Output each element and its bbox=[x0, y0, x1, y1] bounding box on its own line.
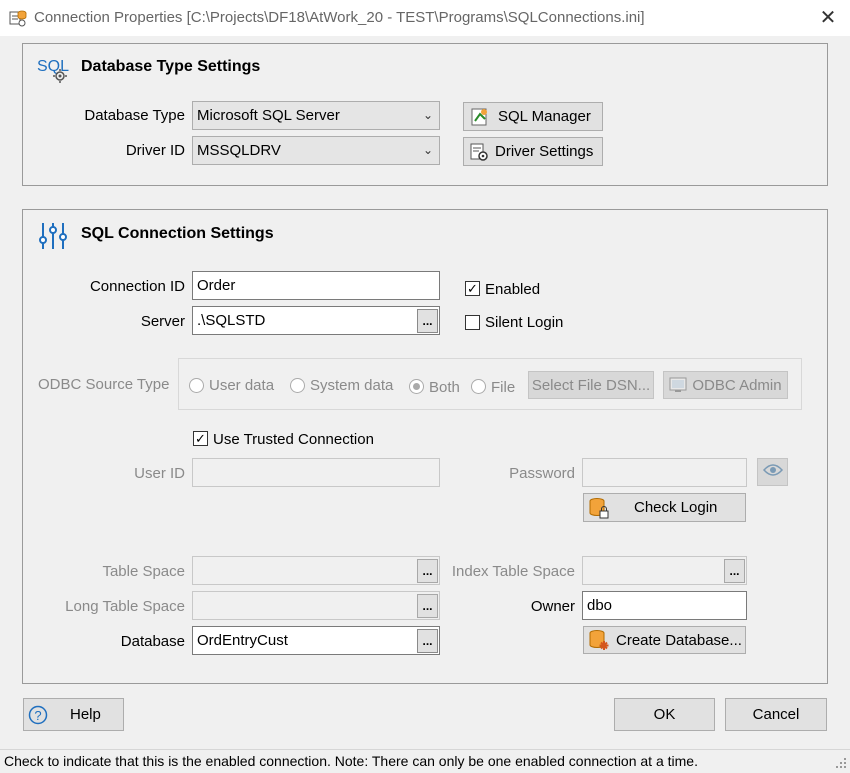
title-bar: Connection Properties [C:\Projects\DF18\… bbox=[0, 0, 850, 36]
odbc-file-label: File bbox=[491, 379, 516, 396]
trusted-connection-label: Use Trusted Connection bbox=[213, 431, 374, 448]
driver-id-label: Driver ID bbox=[125, 142, 185, 159]
table-space-browse-button[interactable]: ... bbox=[417, 559, 438, 583]
server-label: Server bbox=[140, 313, 185, 330]
sql-connection-group: SQL Connection Settings Connection ID Or… bbox=[22, 209, 828, 684]
driver-id-select[interactable]: MSSQLDRV ⌄ bbox=[192, 136, 440, 165]
svg-text:?: ? bbox=[34, 708, 41, 723]
database-type-label: Database Type bbox=[84, 107, 185, 124]
enabled-label: Enabled bbox=[485, 281, 541, 298]
trusted-connection-checkbox[interactable]: ✓ bbox=[193, 431, 208, 446]
index-table-space-browse-button[interactable]: ... bbox=[724, 559, 745, 583]
server-input[interactable]: .\SQLSTD bbox=[192, 306, 440, 335]
enabled-checkbox[interactable]: ✓ bbox=[465, 281, 480, 296]
database-create-icon bbox=[588, 629, 610, 651]
index-table-space-input[interactable] bbox=[582, 556, 747, 585]
sql-icon: SQL bbox=[36, 54, 70, 84]
help-label: Help bbox=[70, 706, 101, 723]
connection-id-label: Connection ID bbox=[89, 278, 185, 295]
index-table-space-label: Index Table Space bbox=[451, 563, 575, 580]
driver-id-value: MSSQLDRV bbox=[197, 142, 281, 159]
odbc-both-radio[interactable] bbox=[409, 379, 424, 394]
cancel-button[interactable]: Cancel bbox=[725, 698, 827, 731]
database-lock-icon bbox=[588, 497, 610, 519]
server-browse-button[interactable]: ... bbox=[417, 309, 438, 333]
long-table-space-input[interactable] bbox=[192, 591, 440, 620]
ok-button[interactable]: OK bbox=[614, 698, 715, 731]
odbc-system-data-label: System data bbox=[310, 377, 394, 394]
ok-label: OK bbox=[653, 706, 676, 723]
status-text: Check to indicate that this is the enabl… bbox=[4, 753, 698, 769]
user-id-input[interactable] bbox=[192, 458, 440, 487]
create-database-button[interactable]: Create Database... bbox=[583, 626, 746, 654]
database-type-value: Microsoft SQL Server bbox=[197, 107, 340, 124]
odbc-file-radio[interactable] bbox=[471, 379, 486, 394]
database-label: Database bbox=[120, 633, 185, 650]
connection-id-input[interactable]: Order bbox=[192, 271, 440, 300]
status-bar: Check to indicate that this is the enabl… bbox=[0, 749, 850, 771]
close-icon[interactable]: ✕ bbox=[817, 7, 839, 29]
odbc-user-data-label: User data bbox=[209, 377, 275, 394]
password-input[interactable] bbox=[582, 458, 747, 487]
odbc-admin-label: ODBC Admin bbox=[692, 376, 782, 394]
long-table-space-label: Long Table Space bbox=[65, 598, 185, 615]
odbc-system-data-radio[interactable] bbox=[290, 378, 305, 393]
resize-grip-icon[interactable] bbox=[835, 756, 847, 768]
chevron-down-icon: ⌄ bbox=[422, 143, 433, 157]
password-label: Password bbox=[509, 465, 575, 482]
create-database-label: Create Database... bbox=[616, 631, 742, 649]
app-icon bbox=[9, 9, 27, 27]
check-login-button[interactable]: Check Login bbox=[583, 493, 746, 522]
odbc-source-type-label: ODBC Source Type bbox=[38, 376, 170, 393]
show-password-button[interactable] bbox=[757, 458, 788, 486]
sliders-icon bbox=[38, 221, 68, 251]
table-space-input[interactable] bbox=[192, 556, 440, 585]
odbc-admin-button[interactable]: ODBC Admin bbox=[663, 371, 788, 399]
database-value: OrdEntryCust bbox=[197, 632, 288, 649]
chevron-down-icon: ⌄ bbox=[422, 108, 433, 122]
table-space-label: Table Space bbox=[102, 563, 185, 580]
driver-settings-label: Driver Settings bbox=[495, 143, 594, 160]
odbc-user-data-radio[interactable] bbox=[189, 378, 204, 393]
sql-connection-title: SQL Connection Settings bbox=[81, 225, 274, 242]
check-login-label: Check Login bbox=[634, 499, 718, 516]
driver-settings-button[interactable]: Driver Settings bbox=[463, 137, 603, 166]
long-table-space-browse-button[interactable]: ... bbox=[417, 594, 438, 618]
help-icon: ? bbox=[28, 705, 48, 725]
owner-input[interactable]: dbo bbox=[582, 591, 747, 620]
silent-login-checkbox[interactable] bbox=[465, 315, 480, 330]
server-value: .\SQLSTD bbox=[197, 312, 266, 329]
eye-icon bbox=[762, 463, 783, 481]
driver-settings-icon bbox=[469, 142, 489, 162]
window-title: Connection Properties [C:\Projects\DF18\… bbox=[34, 9, 645, 26]
owner-label: Owner bbox=[530, 598, 575, 615]
database-browse-button[interactable]: ... bbox=[417, 629, 438, 653]
select-file-dsn-button[interactable]: Select File DSN... bbox=[528, 371, 654, 399]
database-input[interactable]: OrdEntryCust bbox=[192, 626, 440, 655]
odbc-both-label: Both bbox=[429, 379, 460, 396]
database-type-title: Database Type Settings bbox=[81, 58, 261, 75]
silent-login-label: Silent Login bbox=[485, 314, 564, 331]
sql-manager-icon bbox=[470, 107, 490, 127]
sql-manager-label: SQL Manager bbox=[498, 108, 591, 125]
database-type-select[interactable]: Microsoft SQL Server ⌄ bbox=[192, 101, 440, 130]
odbc-admin-icon bbox=[669, 376, 689, 394]
cancel-label: Cancel bbox=[752, 706, 800, 723]
svg-text:SQL: SQL bbox=[37, 58, 69, 75]
database-type-group: SQL Database Type Settings Database Type… bbox=[22, 43, 828, 186]
sql-manager-button[interactable]: SQL Manager bbox=[463, 102, 603, 131]
user-id-label: User ID bbox=[134, 465, 185, 482]
help-button[interactable]: ? Help bbox=[23, 698, 124, 731]
